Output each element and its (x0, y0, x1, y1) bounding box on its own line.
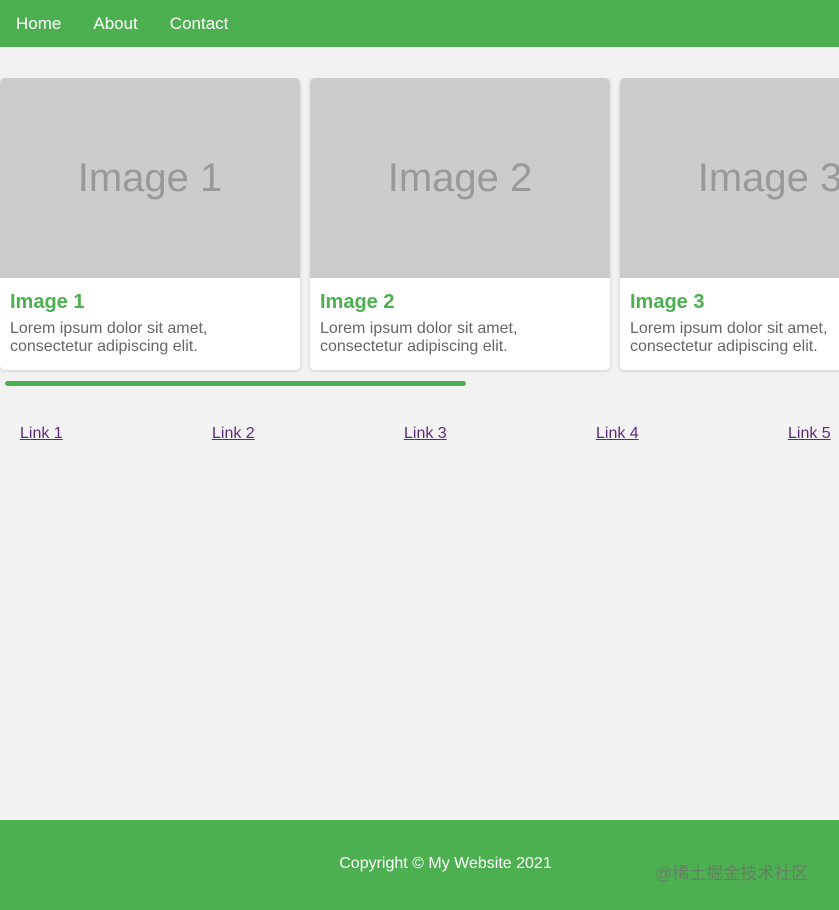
page-footer: Copyright © My Website 2021 @稀土掘金技术社区 (0, 820, 839, 910)
card-2-title: Image 2 (320, 291, 395, 313)
card-1[interactable]: Image 1 Image 1 Lorem ipsum dolor sit am… (0, 78, 300, 370)
slider-progress-bar (5, 381, 466, 386)
card-1-text-line-1: Lorem ipsum dolor sit amet, (10, 320, 208, 337)
card-3[interactable]: Image 3 Image 3 Lorem ipsum dolor sit am… (620, 78, 839, 370)
card-3-image-placeholder: Image 3 (620, 78, 839, 278)
nav-link-about[interactable]: About (77, 0, 153, 47)
link-3[interactable]: Link 3 (404, 424, 447, 444)
card-1-body: Image 1 Lorem ipsum dolor sit amet, conse… (0, 278, 300, 356)
link-4[interactable]: Link 4 (596, 424, 639, 444)
card-1-image-placeholder: Image 1 (0, 78, 300, 278)
card-3-text: Lorem ipsum dolor sit amet, consectetur a… (630, 320, 839, 356)
card-3-text-line-2: consectetur adipiscing elit. (630, 338, 818, 355)
card-2-text-line-2: consectetur adipiscing elit. (320, 338, 508, 355)
nav-link-home[interactable]: Home (0, 0, 77, 47)
top-navigation-bar: Home About Contact (0, 0, 839, 47)
nav-link-contact[interactable]: Contact (154, 0, 245, 47)
card-2-text-line-1: Lorem ipsum dolor sit amet, (320, 320, 518, 337)
card-2[interactable]: Image 2 Image 2 Lorem ipsum dolor sit am… (310, 78, 610, 370)
card-2-image-placeholder: Image 2 (310, 78, 610, 278)
card-2-body: Image 2 Lorem ipsum dolor sit amet, conse… (310, 278, 610, 356)
link-5[interactable]: Link 5 (788, 424, 831, 444)
link-2[interactable]: Link 2 (212, 424, 255, 444)
card-slider[interactable]: Image 1 Image 1 Lorem ipsum dolor sit am… (0, 78, 839, 373)
card-1-title: Image 1 (10, 291, 85, 313)
card-1-text-line-2: consectetur adipiscing elit. (10, 338, 198, 355)
card-1-text: Lorem ipsum dolor sit amet, consectetur a… (10, 320, 290, 356)
watermark-text: @稀土掘金技术社区 (655, 864, 809, 883)
card-3-title: Image 3 (630, 291, 705, 313)
card-3-body: Image 3 Lorem ipsum dolor sit amet, conse… (620, 278, 839, 356)
card-2-text: Lorem ipsum dolor sit amet, consectetur a… (320, 320, 600, 356)
card-3-text-line-1: Lorem ipsum dolor sit amet, (630, 320, 828, 337)
link-1[interactable]: Link 1 (20, 424, 63, 444)
links-row: Link 1 Link 2 Link 3 Link 4 Link 5 (0, 424, 839, 446)
